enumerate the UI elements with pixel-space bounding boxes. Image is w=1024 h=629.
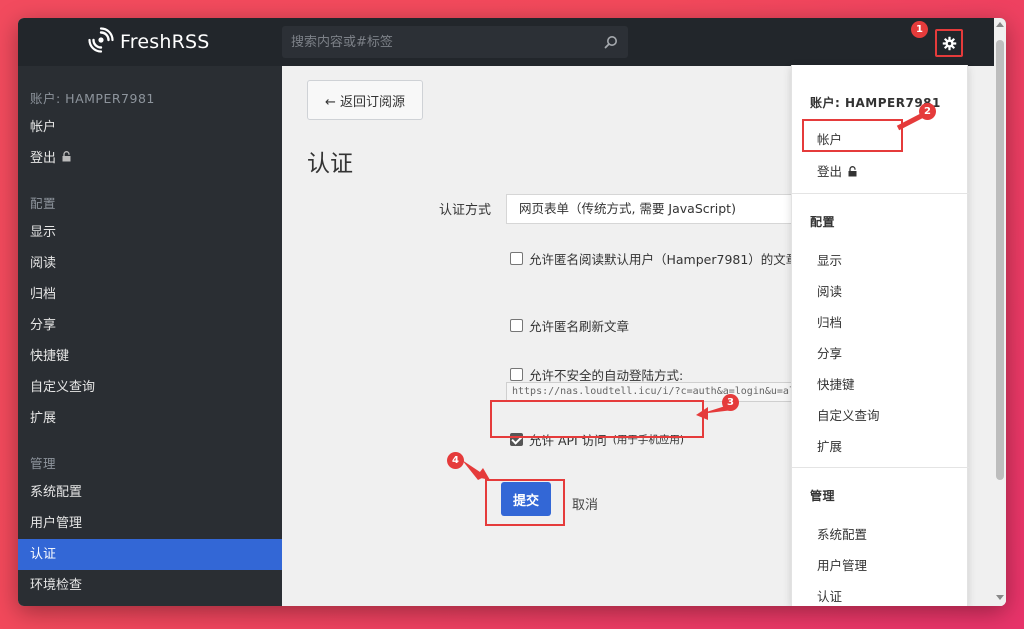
dropdown-item-sharing[interactable]: 分享 — [817, 343, 842, 362]
scrollbar-thumb[interactable] — [996, 40, 1004, 480]
dropdown-item-extensions[interactable]: 扩展 — [817, 436, 842, 455]
submit-highlight-box — [485, 479, 565, 526]
anon-refresh-option[interactable]: 允许匿名刷新文章 — [510, 316, 629, 335]
anon-refresh-checkbox[interactable] — [510, 319, 523, 332]
settings-dropdown-menu: 账户: HAMPER7981 帐户 登出 配置 显示 阅读 归档 分享 快捷键 … — [791, 65, 969, 606]
sidebar-item-queries[interactable]: 自定义查询 — [18, 372, 282, 403]
sidebar-item-logout[interactable]: 登出 — [18, 143, 282, 174]
search-box — [282, 26, 628, 58]
api-highlight-box — [490, 400, 704, 438]
step-3-badge: 3 — [722, 394, 739, 411]
sidebar-item-sharing[interactable]: 分享 — [18, 310, 282, 341]
auth-method-label: 认证方式 — [439, 203, 492, 218]
dropdown-config-heading: 配置 — [810, 215, 836, 229]
auth-method-select[interactable]: 网页表单（传统方式, 需要 JavaScript) — [506, 194, 806, 224]
browser-window: FreshRSS 搜索内容或#标签 账户: HAMPER7981 帐户 登出 配… — [18, 18, 1006, 606]
dropdown-item-shortcuts[interactable]: 快捷键 — [817, 374, 855, 393]
step-4-badge: 4 — [447, 452, 464, 469]
account-highlight-box — [802, 119, 903, 152]
dropdown-divider — [792, 467, 969, 468]
search-icon[interactable] — [604, 34, 618, 49]
sidebar-item-archiving[interactable]: 归档 — [18, 279, 282, 310]
sidebar-item-shortcuts[interactable]: 快捷键 — [18, 341, 282, 372]
gear-highlight-box — [935, 29, 963, 57]
search-input[interactable] — [282, 26, 628, 58]
sidebar-item-system[interactable]: 系统配置 — [18, 477, 282, 508]
sidebar-item-users[interactable]: 用户管理 — [18, 508, 282, 539]
sidebar-item-auth[interactable]: 认证 — [18, 539, 282, 570]
sidebar-item-label: 登出 — [30, 151, 57, 166]
scrollbar[interactable] — [994, 18, 1006, 606]
dropdown-item-logout[interactable]: 登出 — [817, 161, 857, 180]
dropdown-manage-heading: 管理 — [810, 489, 836, 503]
sidebar-config-heading: 配置 — [30, 196, 57, 211]
anon-refresh-label: 允许匿名刷新文章 — [529, 319, 630, 334]
anon-read-option[interactable]: 允许匿名阅读默认用户（Hamper7981）的文章 — [510, 249, 798, 268]
sidebar-item-reading[interactable]: 阅读 — [18, 248, 282, 279]
dropdown-divider — [792, 193, 969, 194]
sidebar-account-heading: 账户: HAMPER7981 — [30, 91, 155, 106]
dropdown-item-label: 登出 — [817, 164, 843, 179]
dropdown-item-system[interactable]: 系统配置 — [817, 524, 867, 543]
unsafe-autologin-checkbox[interactable] — [510, 368, 523, 381]
top-bar: FreshRSS — [18, 18, 1006, 66]
dropdown-item-archiving[interactable]: 归档 — [817, 312, 842, 331]
app-logo[interactable]: FreshRSS — [88, 27, 210, 57]
sidebar-item-account[interactable]: 帐户 — [18, 112, 282, 143]
cancel-link[interactable]: 取消 — [572, 494, 598, 513]
anon-read-checkbox[interactable] — [510, 252, 523, 265]
sidebar-item-extensions[interactable]: 扩展 — [18, 403, 282, 434]
anon-read-label: 允许匿名阅读默认用户（Hamper7981）的文章 — [529, 252, 799, 267]
sidebar-manage-heading: 管理 — [30, 456, 57, 471]
lock-icon — [62, 143, 71, 174]
sidebar: 账户: HAMPER7981 帐户 登出 配置 显示 阅读 归档 分享 快捷键 … — [18, 66, 282, 606]
lock-icon — [848, 165, 857, 180]
autologin-url-field[interactable]: https://nas.loudtell.icu/i/?c=auth&a=log… — [506, 382, 806, 402]
dropdown-item-queries[interactable]: 自定义查询 — [817, 405, 880, 424]
dropdown-item-reading[interactable]: 阅读 — [817, 281, 842, 300]
sidebar-item-check[interactable]: 环境检查 — [18, 570, 282, 601]
step-2-badge: 2 — [919, 103, 936, 120]
step-1-badge: 1 — [911, 21, 928, 38]
scroll-up-arrow-icon[interactable] — [996, 22, 1004, 27]
freshrss-logo-icon — [88, 27, 114, 57]
page-title: 认证 — [307, 151, 353, 177]
sidebar-item-display[interactable]: 显示 — [18, 217, 282, 248]
dropdown-item-users[interactable]: 用户管理 — [817, 555, 867, 574]
app-name: FreshRSS — [120, 31, 210, 53]
dropdown-item-display[interactable]: 显示 — [817, 250, 842, 269]
scroll-down-arrow-icon[interactable] — [996, 595, 1004, 600]
dropdown-item-auth[interactable]: 认证 — [817, 586, 842, 605]
back-to-feeds-button[interactable]: ← 返回订阅源 — [307, 80, 423, 120]
